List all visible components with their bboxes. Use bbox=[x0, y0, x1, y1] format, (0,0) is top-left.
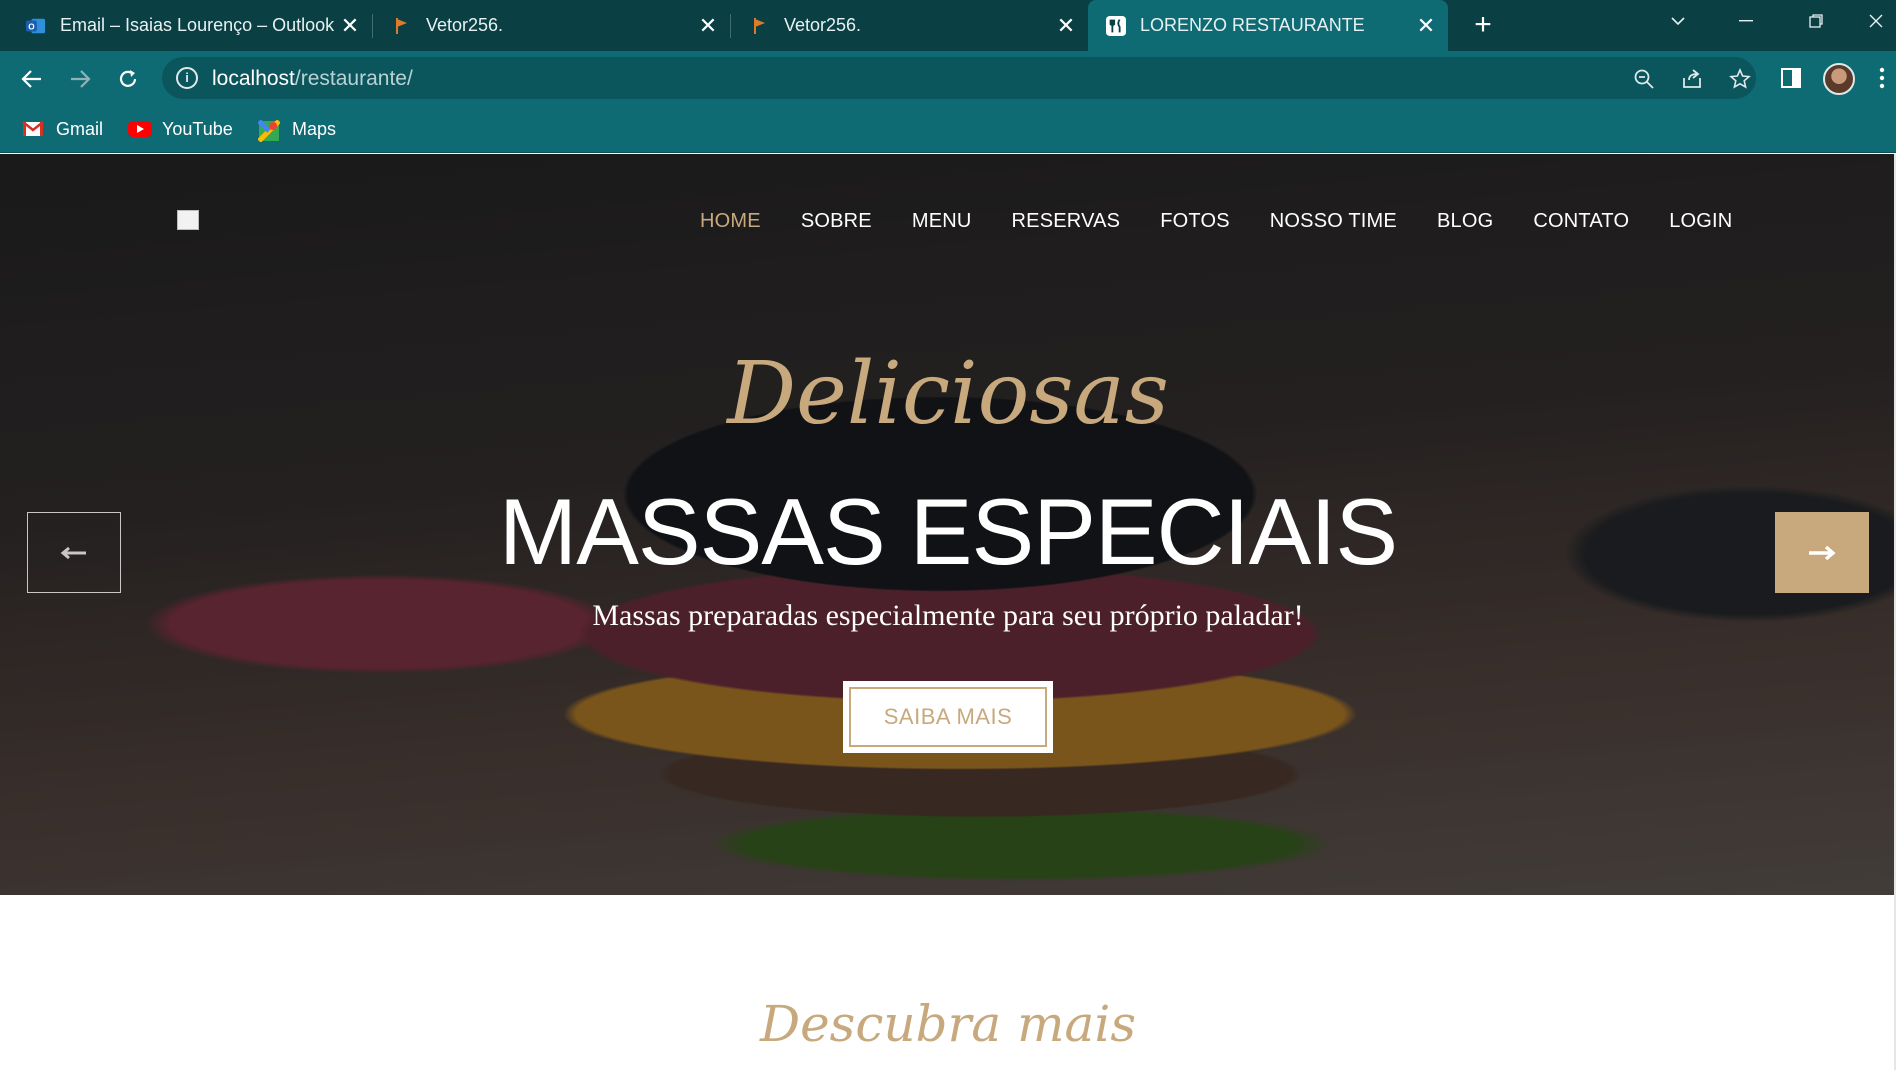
bookmark-gmail[interactable]: Gmail bbox=[22, 117, 103, 141]
saiba-mais-label: SAIBA MAIS bbox=[849, 687, 1047, 747]
outlook-icon: O bbox=[26, 16, 46, 36]
gmail-icon bbox=[22, 120, 44, 138]
url-text[interactable]: localhost/restaurante/ bbox=[212, 67, 413, 91]
close-tab-icon[interactable]: ✕ bbox=[1414, 13, 1438, 39]
back-arrow-icon[interactable] bbox=[14, 61, 50, 97]
close-tab-icon[interactable]: ✕ bbox=[1054, 13, 1078, 39]
hero-script-title: Deliciosas bbox=[727, 344, 1169, 444]
minimize-icon[interactable] bbox=[1718, 0, 1774, 42]
nav-item-blog[interactable]: BLOG bbox=[1437, 210, 1493, 233]
browser-toolbar: i localhost/restaurante/ bbox=[0, 51, 1896, 105]
site-logo-image[interactable] bbox=[177, 210, 199, 230]
bookmark-label: Gmail bbox=[56, 118, 104, 139]
bookmark-label: YouTube bbox=[162, 118, 233, 139]
hero-subtitle: Massas preparadas especialmente para seu… bbox=[592, 599, 1304, 632]
tab-separator bbox=[730, 14, 731, 38]
tab-strip: O Email – Isaias Lourenço – Outlook ✕ Ve… bbox=[0, 0, 1896, 51]
url-path: /restaurante/ bbox=[294, 67, 413, 90]
hero-slider: HOME SOBRE MENU RESERVAS FOTOS NOSSO TIM… bbox=[0, 154, 1896, 895]
tab-title: Vetor256. bbox=[426, 15, 504, 35]
nav-item-sobre[interactable]: SOBRE bbox=[801, 210, 872, 233]
address-bar[interactable]: i localhost/restaurante/ bbox=[162, 57, 1756, 99]
nav-item-reservas[interactable]: RESERVAS bbox=[1012, 210, 1121, 233]
youtube-icon bbox=[128, 120, 152, 138]
share-icon[interactable] bbox=[1678, 65, 1706, 93]
flag-icon bbox=[750, 16, 770, 36]
fork-knife-icon bbox=[1106, 15, 1126, 36]
svg-text:O: O bbox=[28, 22, 35, 31]
nav-item-nosso-time[interactable]: NOSSO TIME bbox=[1270, 210, 1397, 233]
close-tab-icon[interactable]: ✕ bbox=[338, 13, 362, 39]
nav-item-login[interactable]: LOGIN bbox=[1669, 210, 1732, 233]
site-info-icon[interactable]: i bbox=[176, 67, 198, 89]
restore-icon[interactable] bbox=[1788, 0, 1844, 42]
side-panel-icon[interactable] bbox=[1776, 63, 1806, 93]
slider-prev-button[interactable] bbox=[27, 512, 121, 593]
bookmarks-bar: Gmail YouTube Maps bbox=[0, 105, 1896, 153]
content-section: Descubra mais bbox=[0, 895, 1896, 1070]
profile-avatar[interactable] bbox=[1823, 63, 1855, 95]
nav-item-menu[interactable]: MENU bbox=[912, 210, 972, 233]
nav-item-fotos[interactable]: FOTOS bbox=[1160, 210, 1230, 233]
tab-search-chevron-icon[interactable] bbox=[1650, 0, 1706, 42]
bookmark-maps[interactable]: Maps bbox=[257, 117, 337, 143]
bookmark-star-icon[interactable] bbox=[1726, 65, 1754, 93]
more-menu-icon[interactable] bbox=[1872, 63, 1892, 93]
close-tab-icon[interactable]: ✕ bbox=[696, 13, 720, 39]
url-host: localhost bbox=[212, 67, 295, 90]
close-window-icon[interactable] bbox=[1856, 0, 1896, 42]
nav-item-contato[interactable]: CONTATO bbox=[1533, 210, 1629, 233]
nav-item-home[interactable]: HOME bbox=[700, 210, 761, 233]
tab-lorenzo[interactable]: LORENZO RESTAURANTE ✕ bbox=[1088, 0, 1448, 51]
tab-title: Vetor256. bbox=[784, 15, 862, 35]
bookmark-label: Maps bbox=[292, 118, 337, 139]
forward-arrow-icon[interactable] bbox=[62, 61, 98, 97]
zoom-out-icon[interactable] bbox=[1630, 65, 1658, 93]
tab-outlook[interactable]: O Email – Isaias Lourenço – Outlook ✕ bbox=[26, 0, 362, 51]
tab-title: Email – Isaias Lourenço – Outlook bbox=[60, 15, 335, 35]
tab-title: LORENZO RESTAURANTE bbox=[1140, 15, 1365, 35]
arrow-left-icon bbox=[60, 546, 86, 559]
arrow-right-icon bbox=[1809, 545, 1836, 560]
flag-icon bbox=[392, 16, 412, 36]
reload-icon[interactable] bbox=[110, 61, 146, 97]
bookmark-youtube[interactable]: YouTube bbox=[128, 117, 233, 141]
new-tab-button[interactable]: + bbox=[1466, 8, 1500, 42]
slider-next-button[interactable] bbox=[1775, 512, 1869, 593]
tab-separator bbox=[372, 14, 373, 38]
saiba-mais-button[interactable]: SAIBA MAIS bbox=[843, 681, 1053, 753]
tab-vetor-1[interactable]: Vetor256. ✕ bbox=[392, 0, 720, 51]
main-nav: HOME SOBRE MENU RESERVAS FOTOS NOSSO TIM… bbox=[700, 210, 1732, 233]
section-heading: Descubra mais bbox=[759, 995, 1137, 1053]
maps-icon bbox=[257, 119, 281, 143]
tab-vetor-2[interactable]: Vetor256. ✕ bbox=[750, 0, 1078, 51]
hero-title: MASSAS ESPECIAIS bbox=[498, 479, 1398, 584]
